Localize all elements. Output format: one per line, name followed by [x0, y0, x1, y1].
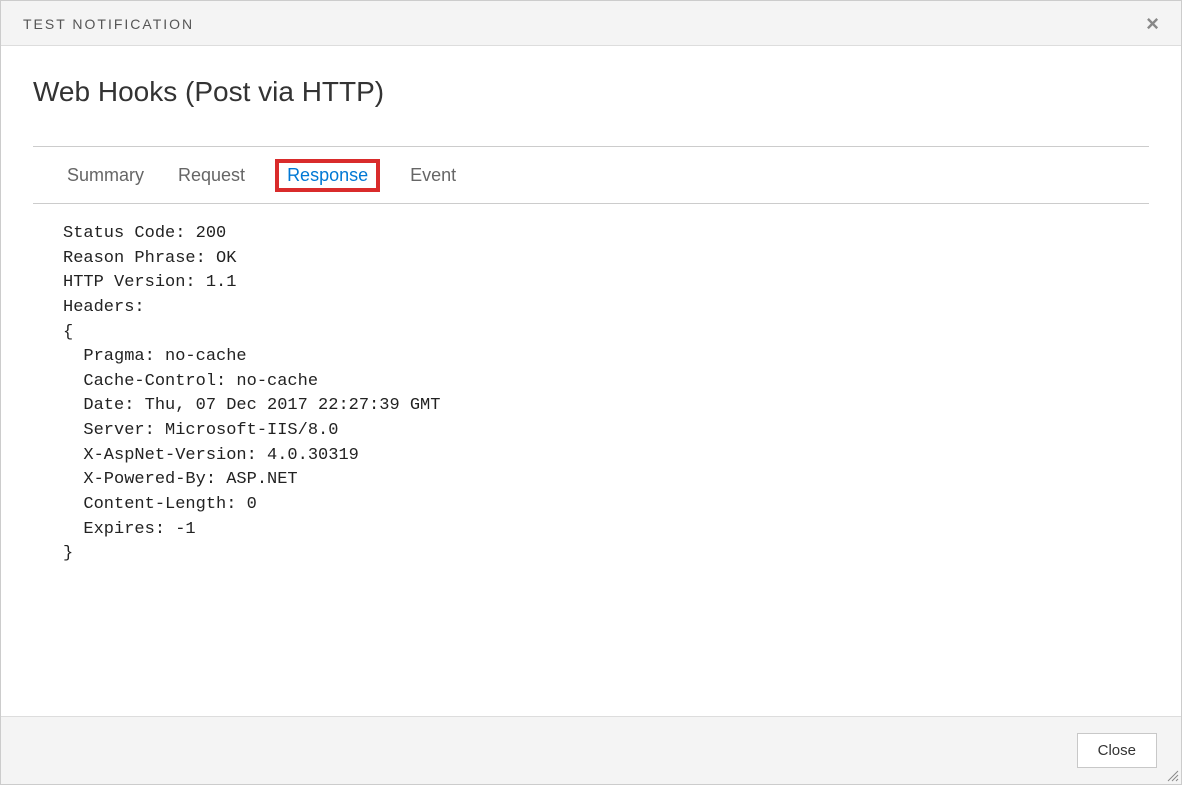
dialog-body: Web Hooks (Post via HTTP) Summary Reques… [1, 46, 1181, 716]
dialog-title: TEST NOTIFICATION [23, 16, 194, 32]
response-body: Status Code: 200 Reason Phrase: OK HTTP … [63, 222, 1119, 567]
tab-content-response: Status Code: 200 Reason Phrase: OK HTTP … [33, 204, 1149, 587]
tab-event[interactable]: Event [406, 163, 460, 188]
tab-summary[interactable]: Summary [63, 163, 148, 188]
dialog-header: TEST NOTIFICATION × [1, 1, 1181, 46]
page-title: Web Hooks (Post via HTTP) [33, 46, 1149, 146]
tab-request[interactable]: Request [174, 163, 249, 188]
close-icon[interactable]: × [1146, 13, 1159, 35]
test-notification-dialog: TEST NOTIFICATION × Web Hooks (Post via … [0, 0, 1182, 785]
tabs: Summary Request Response Event [33, 147, 1149, 203]
dialog-footer: Close [1, 716, 1181, 784]
tab-response[interactable]: Response [275, 159, 380, 192]
tabs-container: Summary Request Response Event [33, 146, 1149, 204]
close-button[interactable]: Close [1077, 733, 1157, 768]
